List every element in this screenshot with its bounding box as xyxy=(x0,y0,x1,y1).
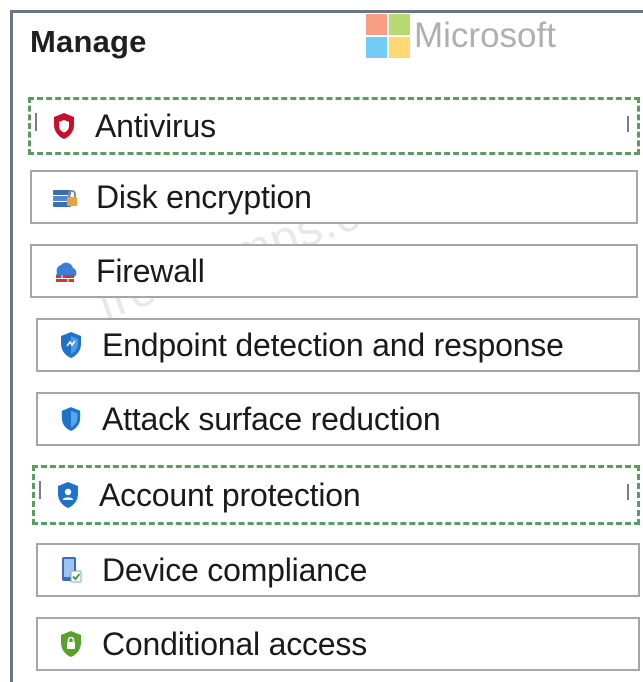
scroll-marker xyxy=(627,116,629,132)
menu-item-label: Device compliance xyxy=(102,551,368,588)
attack-surface-shield-icon xyxy=(58,404,84,434)
selection-marker xyxy=(35,113,37,131)
menu-item-device-compliance[interactable]: Device compliance xyxy=(36,543,640,597)
menu-item-antivirus[interactable]: Antivirus xyxy=(28,97,640,155)
selection-marker xyxy=(39,481,41,499)
menu-item-endpoint-detection[interactable]: Endpoint detection and response xyxy=(36,318,640,372)
account-protection-icon xyxy=(55,480,81,510)
microsoft-logo-icon xyxy=(366,14,410,58)
disk-encryption-icon xyxy=(52,182,78,212)
menu-item-label: Firewall xyxy=(96,252,205,289)
menu-item-label: Disk encryption xyxy=(96,178,312,215)
menu-item-label: Conditional access xyxy=(102,625,367,662)
menu-item-label: Attack surface reduction xyxy=(102,400,441,437)
menu-item-attack-surface-reduction[interactable]: Attack surface reduction xyxy=(36,392,640,446)
menu-item-label: Endpoint detection and response xyxy=(102,326,564,363)
microsoft-brand: Microsoft xyxy=(366,14,556,58)
menu-item-label: Antivirus xyxy=(95,107,216,144)
menu-item-conditional-access[interactable]: Conditional access xyxy=(36,617,640,671)
menu-item-firewall[interactable]: Firewall xyxy=(30,244,638,298)
scroll-marker xyxy=(627,484,629,500)
conditional-access-icon xyxy=(58,629,84,659)
endpoint-shield-icon xyxy=(58,330,84,360)
microsoft-brand-text: Microsoft xyxy=(414,16,556,55)
menu-item-account-protection[interactable]: Account protection xyxy=(32,465,640,525)
firewall-icon xyxy=(52,256,78,286)
menu-item-disk-encryption[interactable]: Disk encryption xyxy=(30,170,638,224)
device-compliance-icon xyxy=(58,555,84,585)
antivirus-shield-icon xyxy=(51,111,77,141)
panel-title: Manage xyxy=(30,24,147,59)
menu-item-label: Account protection xyxy=(99,476,361,513)
